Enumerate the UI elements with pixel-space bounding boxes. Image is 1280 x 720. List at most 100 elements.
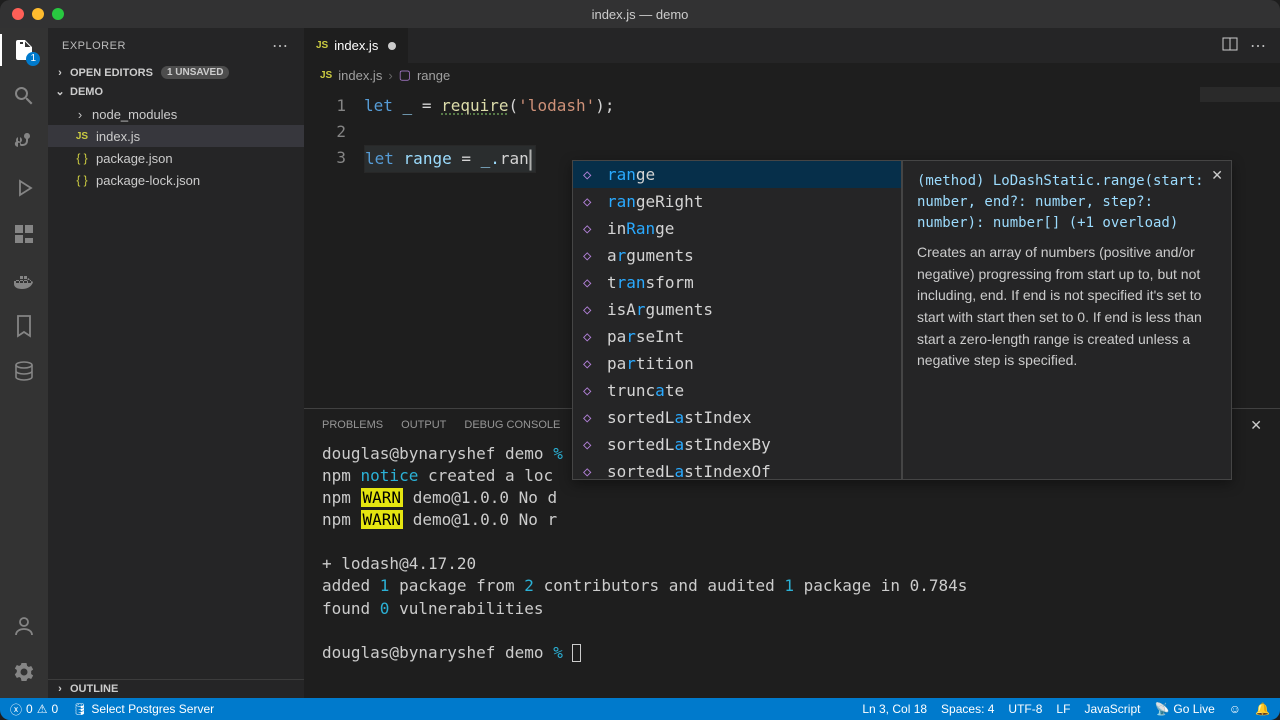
suggest-item[interactable]: ◇arguments (573, 242, 901, 269)
database-icon[interactable] (10, 358, 38, 386)
project-name: DEMO (70, 86, 103, 98)
bookmark-icon[interactable] (10, 312, 38, 340)
doc-signature: (method) LoDashStatic.range(start: numbe… (917, 171, 1217, 234)
terminal-cursor (572, 644, 581, 662)
suggest-item[interactable]: ◇truncate (573, 377, 901, 404)
js-file-icon: JS (74, 131, 90, 142)
unsaved-badge: 1 UNSAVED (161, 66, 230, 79)
panel-tab-output[interactable]: OUTPUT (401, 415, 446, 435)
tree-label: package.json (96, 151, 173, 166)
js-file-icon: JS (316, 40, 328, 51)
open-editors-label: OPEN EDITORS (70, 67, 153, 79)
search-icon[interactable] (10, 82, 38, 110)
extensions-icon[interactable] (10, 220, 38, 248)
suggest-item[interactable]: ◇sortedLastIndex (573, 404, 901, 431)
tree-label: node_modules (92, 107, 177, 122)
window-title: index.js — demo (0, 7, 1280, 22)
method-icon: ◇ (583, 167, 599, 183)
outline-label: OUTLINE (70, 683, 118, 695)
minimap[interactable] (1200, 87, 1280, 127)
gear-icon[interactable] (10, 658, 38, 686)
activity-bar: 1 (0, 28, 48, 698)
docker-icon[interactable] (10, 266, 38, 294)
suggest-item[interactable]: ◇transform (573, 269, 901, 296)
gutter: 123 (304, 87, 364, 408)
status-eol[interactable]: LF (1056, 702, 1070, 716)
suggest-widget: ◇range◇rangeRight◇inRange◇arguments◇tran… (572, 160, 1232, 480)
status-golive[interactable]: 📡 Go Live (1154, 702, 1214, 716)
text-cursor (530, 150, 531, 170)
panel-close-icon[interactable]: ✕ (1250, 417, 1262, 434)
suggest-item[interactable]: ◇sortedLastIndexBy (573, 431, 901, 458)
project-header[interactable]: ⌄ DEMO (48, 82, 304, 101)
status-lncol[interactable]: Ln 3, Col 18 (862, 702, 927, 716)
editor-tab[interactable]: JS index.js (304, 28, 409, 63)
sidebar-title: EXPLORER (62, 40, 126, 52)
tab-more-icon[interactable]: ⋯ (1250, 36, 1268, 56)
tree-file[interactable]: { } package.json (48, 147, 304, 169)
sidebar-more-icon[interactable]: ⋯ (272, 36, 290, 56)
status-lang[interactable]: JavaScript (1084, 702, 1140, 716)
breadcrumb[interactable]: JS index.js › ▢ range (304, 63, 1280, 87)
doc-body: Creates an array of numbers (positive an… (917, 242, 1217, 372)
method-icon: ◇ (583, 302, 599, 318)
json-file-icon: { } (74, 151, 90, 165)
titlebar: index.js — demo (0, 0, 1280, 28)
method-icon: ◇ (583, 248, 599, 264)
method-icon: ◇ (583, 221, 599, 237)
account-icon[interactable] (10, 612, 38, 640)
dirty-indicator (388, 42, 396, 50)
debug-icon[interactable] (10, 174, 38, 202)
source-control-icon[interactable] (10, 128, 38, 156)
method-icon: ◇ (583, 275, 599, 291)
method-icon: ◇ (583, 329, 599, 345)
chevron-down-icon: ⌄ (54, 85, 66, 98)
breadcrumb-file[interactable]: index.js (338, 68, 382, 83)
method-icon: ◇ (583, 437, 599, 453)
suggest-item[interactable]: ◇partition (573, 350, 901, 377)
status-feedback-icon[interactable]: ☺ (1229, 702, 1241, 716)
suggest-list[interactable]: ◇range◇rangeRight◇inRange◇arguments◇tran… (572, 160, 902, 480)
outline-header[interactable]: › OUTLINE (48, 679, 304, 698)
close-icon[interactable]: ✕ (1211, 167, 1223, 184)
tree-folder[interactable]: › node_modules (48, 103, 304, 125)
explorer-icon[interactable]: 1 (10, 36, 38, 64)
file-tree: › node_modules JS index.js { } package.j… (48, 101, 304, 193)
split-editor-icon[interactable] (1222, 36, 1238, 55)
chevron-right-icon: › (54, 67, 66, 79)
suggest-item[interactable]: ◇inRange (573, 215, 901, 242)
chevron-right-icon: › (74, 107, 86, 122)
panel-tab-problems[interactable]: PROBLEMS (322, 415, 383, 435)
js-file-icon: JS (320, 70, 332, 81)
suggest-item[interactable]: ◇rangeRight (573, 188, 901, 215)
method-icon: ◇ (583, 356, 599, 372)
status-bell-icon[interactable]: 🔔 (1255, 702, 1270, 716)
status-errors[interactable]: ⓧ 0 ⚠ 0 (10, 701, 58, 718)
method-icon: ◇ (583, 194, 599, 210)
tree-file[interactable]: JS index.js (48, 125, 304, 147)
method-icon: ◇ (583, 383, 599, 399)
badge: 1 (26, 52, 40, 66)
status-spaces[interactable]: Spaces: 4 (941, 702, 994, 716)
suggest-item[interactable]: ◇range (573, 161, 901, 188)
tree-label: index.js (96, 129, 140, 144)
tree-file[interactable]: { } package-lock.json (48, 169, 304, 191)
tab-label: index.js (334, 38, 378, 53)
tree-label: package-lock.json (96, 173, 200, 188)
open-editors-header[interactable]: › OPEN EDITORS 1 UNSAVED (48, 63, 304, 82)
json-file-icon: { } (74, 173, 90, 187)
status-bar: ⓧ 0 ⚠ 0 🛢 Select Postgres Server Ln 3, C… (0, 698, 1280, 720)
chevron-right-icon: › (388, 68, 392, 83)
tab-bar: JS index.js ⋯ (304, 28, 1280, 63)
sidebar: EXPLORER ⋯ › OPEN EDITORS 1 UNSAVED ⌄ DE… (48, 28, 304, 698)
status-encoding[interactable]: UTF-8 (1008, 702, 1042, 716)
symbol-icon: ▢ (399, 67, 411, 83)
suggest-item[interactable]: ◇isArguments (573, 296, 901, 323)
status-postgres[interactable]: 🛢 Select Postgres Server (72, 702, 214, 716)
suggest-item[interactable]: ◇parseInt (573, 323, 901, 350)
suggest-item[interactable]: ◇sortedLastIndexOf (573, 458, 901, 485)
method-icon: ◇ (583, 464, 599, 480)
breadcrumb-symbol[interactable]: range (417, 68, 450, 83)
chevron-right-icon: › (54, 683, 66, 695)
panel-tab-debug[interactable]: DEBUG CONSOLE (464, 415, 560, 435)
